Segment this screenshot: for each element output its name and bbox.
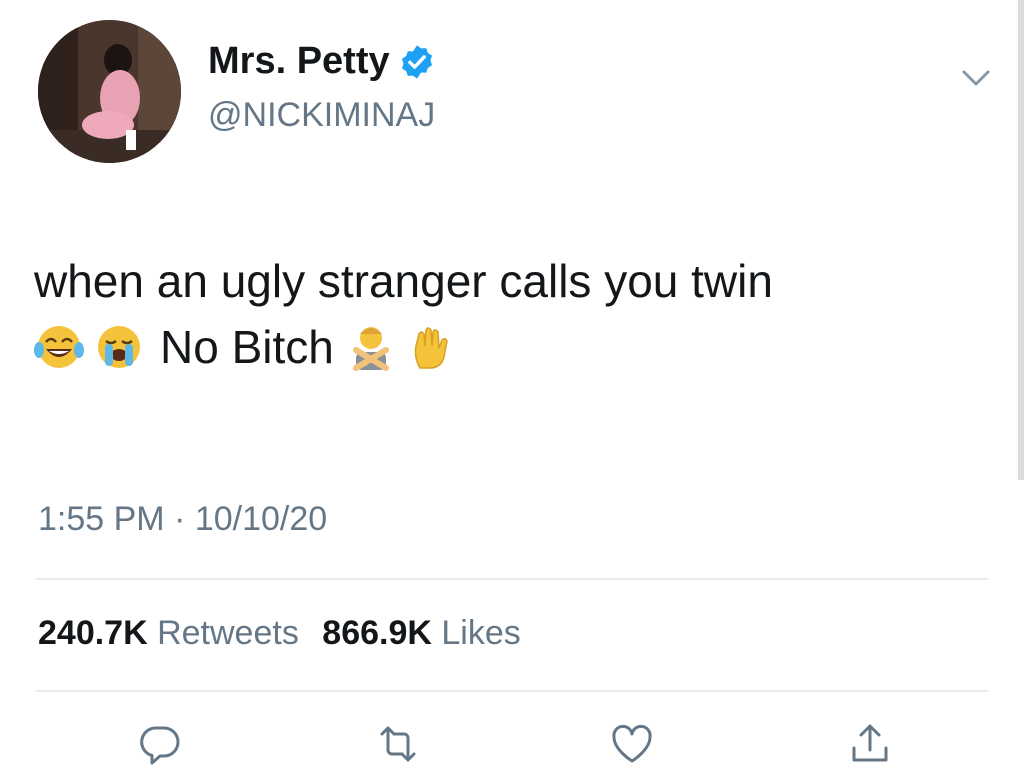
retweets-label[interactable]: Retweets [157, 614, 299, 652]
reply-icon[interactable] [136, 720, 184, 768]
heart-icon[interactable] [608, 720, 656, 768]
retweet-icon[interactable] [374, 720, 422, 768]
tweet-text: when an ugly stranger calls you twin No … [34, 248, 994, 380]
divider [36, 690, 988, 692]
likes-label[interactable]: Likes [441, 614, 520, 652]
tweet-timestamp[interactable]: 1:55 PM · 10/10/20 [38, 500, 327, 539]
share-icon[interactable] [846, 720, 894, 768]
raised-hand-icon [406, 322, 456, 372]
tweet-actions [0, 720, 1024, 770]
divider [36, 578, 988, 580]
tweet-card: Mrs. Petty @NICKIMINAJ when an ugly stra… [0, 0, 1024, 779]
avatar[interactable] [38, 20, 181, 163]
retweets-count[interactable]: 240.7K [38, 614, 148, 652]
tweet-text-no-bitch: No Bitch [160, 321, 334, 373]
likes-count[interactable]: 866.9K [322, 614, 432, 652]
person-gesturing-no-icon [346, 322, 396, 372]
user-handle[interactable]: @NICKIMINAJ [208, 96, 435, 135]
tweet-stats: 240.7K Retweets 866.9K Likes [38, 614, 535, 653]
avatar-image [38, 20, 181, 163]
verified-badge-icon [398, 43, 436, 81]
tweet-text-line-2: No Bitch [34, 314, 994, 380]
scrollbar[interactable] [1018, 0, 1024, 480]
chevron-down-icon[interactable] [956, 62, 996, 94]
display-name[interactable]: Mrs. Petty [208, 40, 436, 83]
loudly-crying-face-icon [94, 322, 144, 372]
face-with-tears-of-joy-icon [34, 322, 84, 372]
tweet-text-line-1: when an ugly stranger calls you twin [34, 255, 773, 307]
display-name-text: Mrs. Petty [208, 40, 390, 82]
